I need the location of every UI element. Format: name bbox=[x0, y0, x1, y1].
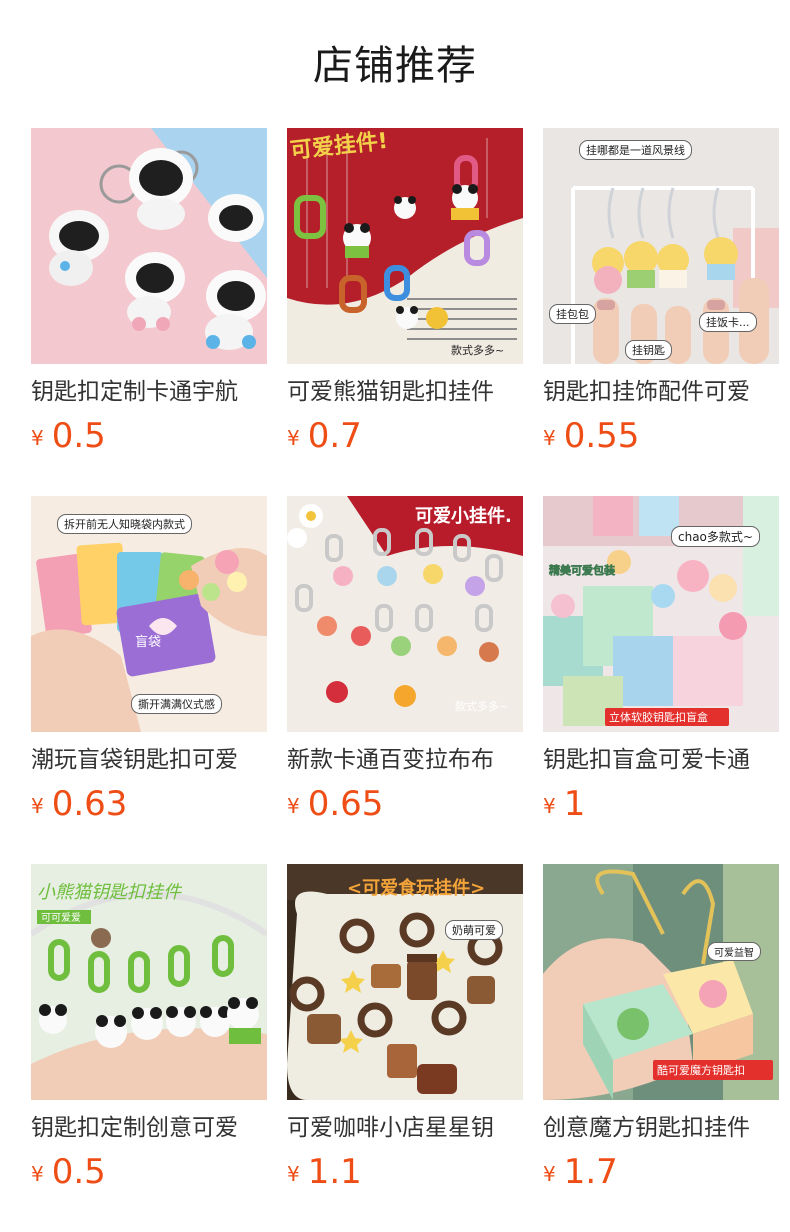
price-value: 1 bbox=[563, 784, 586, 824]
product-price: ¥1.1 bbox=[287, 1152, 362, 1196]
product-price: ¥0.7 bbox=[287, 416, 362, 460]
product-image[interactable] bbox=[31, 128, 267, 364]
product-price: ¥0.65 bbox=[287, 784, 383, 828]
image-caption: 酷可爱魔方钥匙扣 bbox=[657, 1063, 745, 1077]
image-caption: 精美可爱包装 bbox=[549, 563, 615, 577]
product-card[interactable]: 挂哪都是一道风景线 挂包包 挂钥匙 挂饭卡... 钥匙扣挂饰配件可爱 ¥0.55 bbox=[543, 128, 779, 496]
price-value: 0.5 bbox=[51, 416, 106, 456]
product-name[interactable]: 潮玩盲袋钥匙扣可爱 bbox=[31, 742, 267, 778]
product-card[interactable]: 钥匙扣定制卡通宇航 ¥0.5 bbox=[31, 128, 267, 496]
product-grid: 钥匙扣定制卡通宇航 ¥0.5 可爱挂件! 款式多多~ 可爱熊猫钥匙扣挂件 ¥ 0… bbox=[31, 128, 779, 1232]
product-name[interactable]: 钥匙扣定制创意可爱 bbox=[31, 1110, 267, 1146]
price-value: 0.55 bbox=[563, 416, 640, 456]
image-caption: 挂饭卡... bbox=[699, 312, 757, 332]
product-image[interactable]: 挂哪都是一道风景线 挂包包 挂钥匙 挂饭卡... bbox=[543, 128, 779, 364]
image-caption: 挂钥匙 bbox=[625, 340, 672, 360]
currency-symbol: ¥ bbox=[287, 426, 300, 450]
product-price: ¥0.63 bbox=[31, 784, 127, 828]
product-name[interactable]: 钥匙扣定制卡通宇航 bbox=[31, 374, 267, 410]
product-name[interactable]: 钥匙扣盲盒可爱卡通 bbox=[543, 742, 779, 778]
product-card[interactable]: 可爱小挂件. 款式多多~ 新款卡通百变拉布布 ¥0.65 bbox=[287, 496, 523, 864]
page-title: 店铺推荐 bbox=[313, 43, 477, 89]
product-name[interactable]: 可爱咖啡小店星星钥 bbox=[287, 1110, 523, 1146]
price-value: 0.63 bbox=[51, 784, 128, 824]
image-caption: 撕开满满仪式感 bbox=[131, 694, 222, 714]
currency-symbol: ¥ bbox=[287, 1162, 300, 1186]
product-card[interactable]: <可爱食玩挂件> 奶萌可爱 可爱咖啡小店星星钥 ¥1.1 bbox=[287, 864, 523, 1232]
image-caption: chao多款式~ bbox=[671, 526, 760, 547]
product-price: ¥1.7 bbox=[543, 1152, 618, 1196]
currency-symbol: ¥ bbox=[543, 1162, 556, 1186]
price-value: 0.5 bbox=[51, 1152, 106, 1192]
product-card[interactable]: 盲袋 拆开前无人知晓袋内款式 撕开满满仪式感 潮玩盲袋钥匙扣可爱 ¥0.63 bbox=[31, 496, 267, 864]
product-card[interactable]: 小熊猫钥匙扣挂件 可可爱爱 钥匙扣定制创意可爱 ¥0.5 bbox=[31, 864, 267, 1232]
image-caption: 挂包包 bbox=[549, 304, 596, 324]
product-image[interactable]: 盲袋 拆开前无人知晓袋内款式 撕开满满仪式感 bbox=[31, 496, 267, 732]
image-caption: 可爱小挂件. bbox=[415, 505, 512, 527]
image-caption: 可爱益智 bbox=[707, 942, 761, 961]
product-image[interactable]: 立体软胶钥匙扣盲盒 精美可爱包装 chao多款式~ bbox=[543, 496, 779, 732]
price-value: 0.7 bbox=[307, 416, 362, 456]
image-caption: 小熊猫钥匙扣挂件 bbox=[37, 882, 183, 903]
product-name[interactable]: 可爱熊猫钥匙扣挂件 bbox=[287, 374, 523, 410]
currency-symbol: ¥ bbox=[287, 794, 300, 818]
product-image[interactable]: 可爱小挂件. 款式多多~ bbox=[287, 496, 523, 732]
image-caption: 奶萌可爱 bbox=[445, 920, 503, 940]
image-caption: 款式多多~ bbox=[451, 343, 504, 357]
product-image[interactable]: <可爱食玩挂件> 奶萌可爱 bbox=[287, 864, 523, 1100]
currency-symbol: ¥ bbox=[543, 794, 556, 818]
currency-symbol: ¥ bbox=[543, 426, 556, 450]
price-value: 1.7 bbox=[563, 1152, 618, 1192]
image-caption: 拆开前无人知晓袋内款式 bbox=[57, 514, 192, 534]
currency-symbol: ¥ bbox=[31, 426, 44, 450]
image-caption: 可可爱爱 bbox=[41, 911, 81, 924]
product-image[interactable]: 酷可爱魔方钥匙扣 可爱益智 bbox=[543, 864, 779, 1100]
image-caption: 挂哪都是一道风景线 bbox=[579, 140, 692, 160]
image-caption: 款式多多~ bbox=[455, 699, 508, 713]
product-image[interactable]: 可爱挂件! 款式多多~ bbox=[287, 128, 523, 364]
product-name[interactable]: 新款卡通百变拉布布 bbox=[287, 742, 523, 778]
product-price: ¥0.55 bbox=[543, 416, 639, 460]
currency-symbol: ¥ bbox=[31, 1162, 44, 1186]
product-image[interactable]: 小熊猫钥匙扣挂件 可可爱爱 bbox=[31, 864, 267, 1100]
image-caption: 立体软胶钥匙扣盲盒 bbox=[609, 710, 708, 724]
product-price: ¥0.5 bbox=[31, 416, 106, 460]
product-price: ¥1 bbox=[543, 784, 585, 828]
product-name[interactable]: 创意魔方钥匙扣挂件 bbox=[543, 1110, 779, 1146]
currency-symbol: ¥ bbox=[31, 794, 44, 818]
product-name[interactable]: 钥匙扣挂饰配件可爱 bbox=[543, 374, 779, 410]
product-card[interactable]: 立体软胶钥匙扣盲盒 精美可爱包装 chao多款式~ 钥匙扣盲盒可爱卡通 ¥1 bbox=[543, 496, 779, 864]
price-value: 0.65 bbox=[307, 784, 384, 824]
product-card[interactable]: 酷可爱魔方钥匙扣 可爱益智 创意魔方钥匙扣挂件 ¥1.7 bbox=[543, 864, 779, 1232]
image-caption: 盲袋 bbox=[135, 634, 161, 650]
image-caption: <可爱食玩挂件> bbox=[347, 877, 485, 899]
price-value: 1.1 bbox=[307, 1152, 362, 1192]
product-price: ¥0.5 bbox=[31, 1152, 106, 1196]
product-card[interactable]: 可爱挂件! 款式多多~ 可爱熊猫钥匙扣挂件 ¥0.7 bbox=[287, 128, 523, 496]
